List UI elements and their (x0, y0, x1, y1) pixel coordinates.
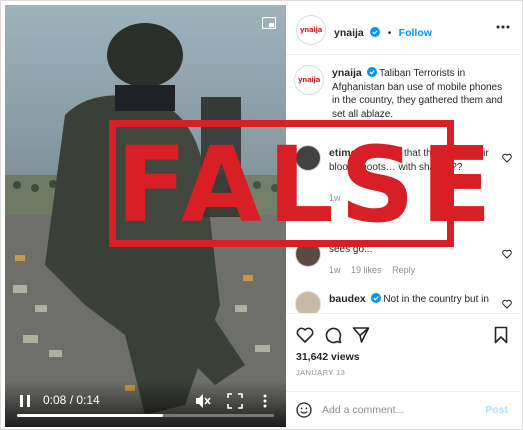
post-actions (286, 313, 520, 353)
like-comment-icon[interactable] (502, 153, 512, 163)
video-progress-fill (17, 414, 164, 417)
verified-badge-icon (370, 293, 381, 303)
view-count[interactable]: 31,642 views (296, 351, 360, 363)
commenter-avatar[interactable] (295, 291, 321, 313)
emoji-icon[interactable] (296, 402, 312, 418)
avatar-logo: ynaija (300, 26, 322, 34)
comment-input[interactable] (322, 400, 472, 420)
comment-body: Not in the country but in (383, 294, 489, 305)
comment-reply[interactable]: Reply (392, 265, 415, 275)
comment-item: sees go... 1w 19 likes Reply (286, 241, 520, 281)
mute-icon[interactable] (195, 393, 211, 409)
comment-icon[interactable] (324, 326, 342, 344)
follow-button[interactable]: Follow (399, 27, 432, 39)
verified-badge-icon (370, 27, 381, 37)
verified-badge-icon (366, 67, 377, 77)
caption-text: ynaija Taliban Terrorists in Afghanistan… (332, 67, 510, 121)
author-line: ynaija • Follow (334, 23, 432, 41)
caption: ynaija ynaija Taliban Terrorists in Afgh… (286, 65, 520, 125)
false-stamp: FALSE (109, 120, 498, 247)
avatar-logo: ynaija (298, 76, 320, 84)
comment-likes[interactable]: 19 likes (351, 265, 382, 275)
caption-username[interactable]: ynaija (332, 67, 362, 79)
fullscreen-icon[interactable] (227, 393, 243, 409)
false-stamp-label: FALSE (116, 124, 498, 246)
separator-dot: • (387, 28, 392, 39)
add-comment-bar: Post (286, 391, 520, 427)
bookmark-icon[interactable] (492, 326, 510, 344)
author-username[interactable]: ynaija (334, 27, 364, 39)
pause-icon[interactable] (17, 393, 33, 409)
comment-username[interactable]: baudex (329, 293, 366, 305)
heart-icon[interactable] (296, 326, 314, 344)
share-icon[interactable] (352, 326, 370, 344)
picture-in-picture-icon[interactable] (262, 17, 276, 29)
post-header: ynaija ynaija • Follow (286, 5, 520, 55)
like-comment-icon[interactable] (502, 249, 512, 259)
more-options-icon[interactable] (496, 25, 510, 29)
comment-time: 1w (329, 265, 341, 275)
author-avatar[interactable]: ynaija (296, 15, 326, 45)
caption-author-avatar[interactable]: ynaija (294, 65, 324, 95)
comment-item: baudex Not in the country but in (286, 291, 520, 313)
video-options-icon[interactable] (257, 393, 273, 409)
comment-text: baudex Not in the country but in (329, 293, 496, 307)
like-comment-icon[interactable] (502, 299, 512, 309)
video-time: 0:08 / 0:14 (43, 393, 100, 407)
post-comment-button[interactable]: Post (485, 404, 508, 416)
post-date: JANUARY 13 (296, 368, 346, 377)
comment-meta: 1w 19 likes Reply (329, 265, 423, 275)
post-modal: 0:08 / 0:14 ynaija ynaija • Follow ynaij… (0, 0, 523, 430)
video-progress-bar[interactable] (17, 414, 274, 417)
video-controls: 0:08 / 0:14 (5, 381, 286, 427)
